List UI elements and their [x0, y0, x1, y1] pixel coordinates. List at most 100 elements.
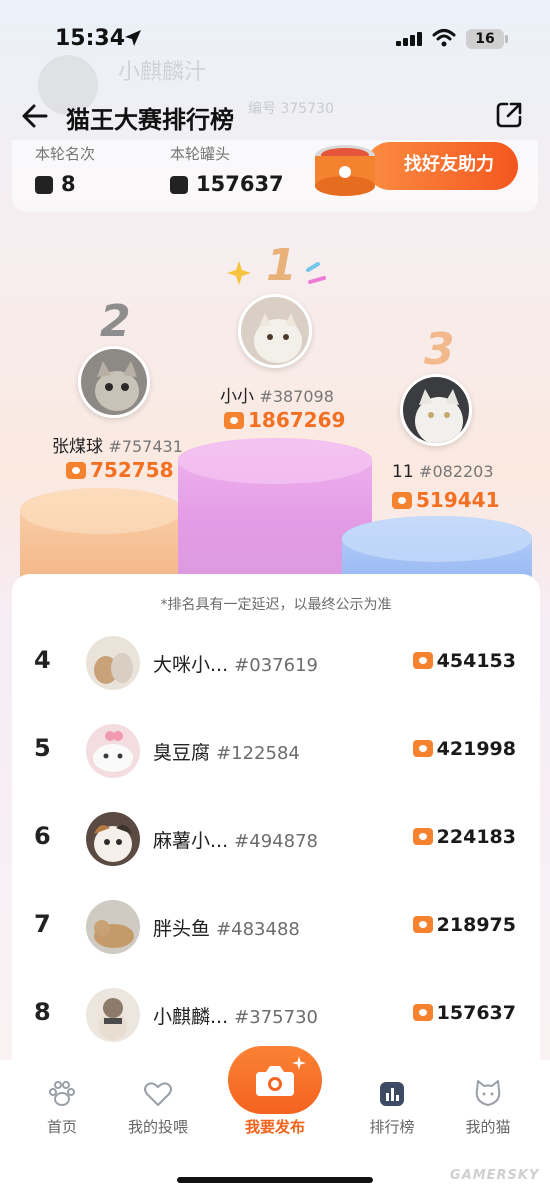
podium-name-2: 张煤球 #757431 [52, 432, 183, 457]
podium-name-1-text: 小小 [220, 387, 254, 407]
avatar[interactable] [86, 812, 140, 866]
podium-avatar-1[interactable] [238, 294, 312, 368]
page-title: 猫王大赛排行榜 [66, 106, 234, 134]
row-score: 218975 [412, 914, 516, 936]
heart-icon [144, 1082, 172, 1106]
avatar[interactable] [86, 988, 140, 1042]
share-icon[interactable] [494, 100, 524, 130]
can-icon [412, 828, 433, 845]
paw-icon [49, 1081, 75, 1106]
cellular-signal-icon [396, 32, 422, 46]
row-rank: 4 [34, 646, 51, 674]
sparkle-lines-icon [306, 262, 326, 284]
ranking-row[interactable]: 5 臭豆腐 #122584 421998 [12, 710, 540, 798]
row-rank: 5 [34, 734, 51, 762]
podium-score-1: 1867269 [224, 408, 345, 432]
row-score-text: 421998 [436, 738, 516, 760]
rank-value: 8 [61, 172, 76, 196]
tab-ranking-label: 排行榜 [369, 1118, 415, 1136]
location-arrow-icon [125, 30, 141, 46]
cans-value: 157637 [196, 172, 284, 196]
wifi-icon [432, 29, 456, 47]
row-name-text: 小麒麟... [153, 1006, 229, 1028]
row-id: #494878 [234, 831, 318, 852]
background-username: 小麒麟汁 [118, 60, 207, 85]
ranking-row[interactable]: 7 胖头鱼 #483488 218975 [12, 886, 540, 974]
row-name: 臭豆腐 #122584 [153, 738, 300, 765]
cans-label: 本轮罐头 [170, 145, 231, 163]
row-name-text: 麻薯小... [153, 830, 229, 852]
navigation-bar: 猫王大赛排行榜 [0, 88, 550, 144]
row-name: 麻薯小... #494878 [153, 826, 318, 853]
row-score: 224183 [412, 826, 516, 848]
row-rank: 6 [34, 822, 51, 850]
row-id: #483488 [216, 919, 300, 940]
watermark-logo: GAMERSKY [450, 1168, 540, 1183]
ranking-icon [35, 176, 53, 194]
ranking-row[interactable]: 4 大咪小... #037619 454153 [12, 622, 540, 710]
row-id: #037619 [234, 655, 318, 676]
can-icon [392, 492, 412, 509]
row-rank: 7 [34, 910, 51, 938]
podium-rank-2: 2 [100, 296, 131, 347]
ranking-row[interactable]: 6 麻薯小... #494878 224183 [12, 798, 540, 886]
home-indicator [177, 1177, 373, 1183]
row-score-text: 224183 [436, 826, 516, 848]
podium-score-2-text: 752758 [90, 458, 174, 482]
avatar[interactable] [86, 900, 140, 954]
podium-score-1-text: 1867269 [248, 408, 346, 432]
ranking-delay-notice: *排名具有一定延迟，以最终公示为准 [160, 597, 392, 613]
star-icon [227, 261, 251, 285]
can-icon [66, 462, 86, 479]
podium-name-2-text: 张煤球 [52, 437, 103, 457]
podium: 1 小小 #387098 1867269 2 张煤球 #757431 75275… [0, 220, 550, 608]
podium-id-2: #757431 [108, 437, 183, 456]
tab-my-cat-label: 我的猫 [465, 1118, 511, 1136]
can-icon [170, 176, 188, 194]
can-icon [412, 1004, 433, 1021]
podium-avatar-2[interactable] [78, 346, 150, 418]
tab-my-feeding-label: 我的投喂 [127, 1118, 188, 1136]
tab-my-cat[interactable]: 我的猫 [438, 1060, 538, 1160]
row-name: 小麒麟... #375730 [153, 1002, 318, 1029]
tab-home[interactable]: 首页 [12, 1060, 112, 1160]
podium-score-3-text: 519441 [416, 488, 500, 512]
row-name-text: 大咪小... [153, 654, 229, 676]
can-icon [412, 916, 433, 933]
tab-publish-label[interactable]: 我要发布 [200, 1116, 350, 1137]
rank-label: 本轮名次 [35, 145, 96, 163]
row-score: 421998 [412, 738, 516, 760]
podium-avatar-3[interactable] [400, 374, 472, 446]
ranking-icon [380, 1082, 404, 1106]
row-id: #375730 [234, 1007, 318, 1028]
row-rank: 8 [34, 998, 51, 1026]
status-time: 15:34 [55, 26, 126, 51]
podium-name-1: 小小 #387098 [220, 382, 334, 407]
cat-food-can-icon [315, 145, 375, 196]
podium-name-3: 11 #082203 [392, 462, 494, 482]
row-id: #122584 [216, 743, 300, 764]
row-score-text: 218975 [436, 914, 516, 936]
podium-score-3: 519441 [392, 488, 500, 512]
avatar[interactable] [86, 636, 140, 690]
tab-my-feeding[interactable]: 我的投喂 [108, 1060, 208, 1160]
can-icon [224, 412, 244, 429]
podium-id-3: #082203 [419, 462, 494, 481]
cat-icon [475, 1080, 501, 1106]
can-icon [412, 652, 433, 669]
podium-rank-3: 3 [424, 324, 455, 375]
avatar[interactable] [86, 724, 140, 778]
row-name: 大咪小... #037619 [153, 650, 318, 677]
row-score-text: 454153 [436, 650, 516, 672]
podium-rank-1: 1 [266, 240, 297, 291]
row-score-text: 157637 [436, 1002, 516, 1024]
invite-friends-button[interactable]: 找好友助力 [366, 142, 518, 190]
ranking-list: *排名具有一定延迟，以最终公示为准 4 大咪小... #037619 45415… [12, 574, 540, 1104]
row-name-text: 臭豆腐 [153, 742, 211, 764]
tab-ranking[interactable]: 排行榜 [342, 1060, 442, 1160]
back-arrow-icon[interactable] [20, 102, 50, 130]
battery-indicator: 16 [466, 29, 508, 49]
tab-home-label: 首页 [46, 1118, 77, 1136]
row-name-text: 胖头鱼 [153, 918, 211, 940]
publish-button[interactable] [228, 1046, 322, 1114]
